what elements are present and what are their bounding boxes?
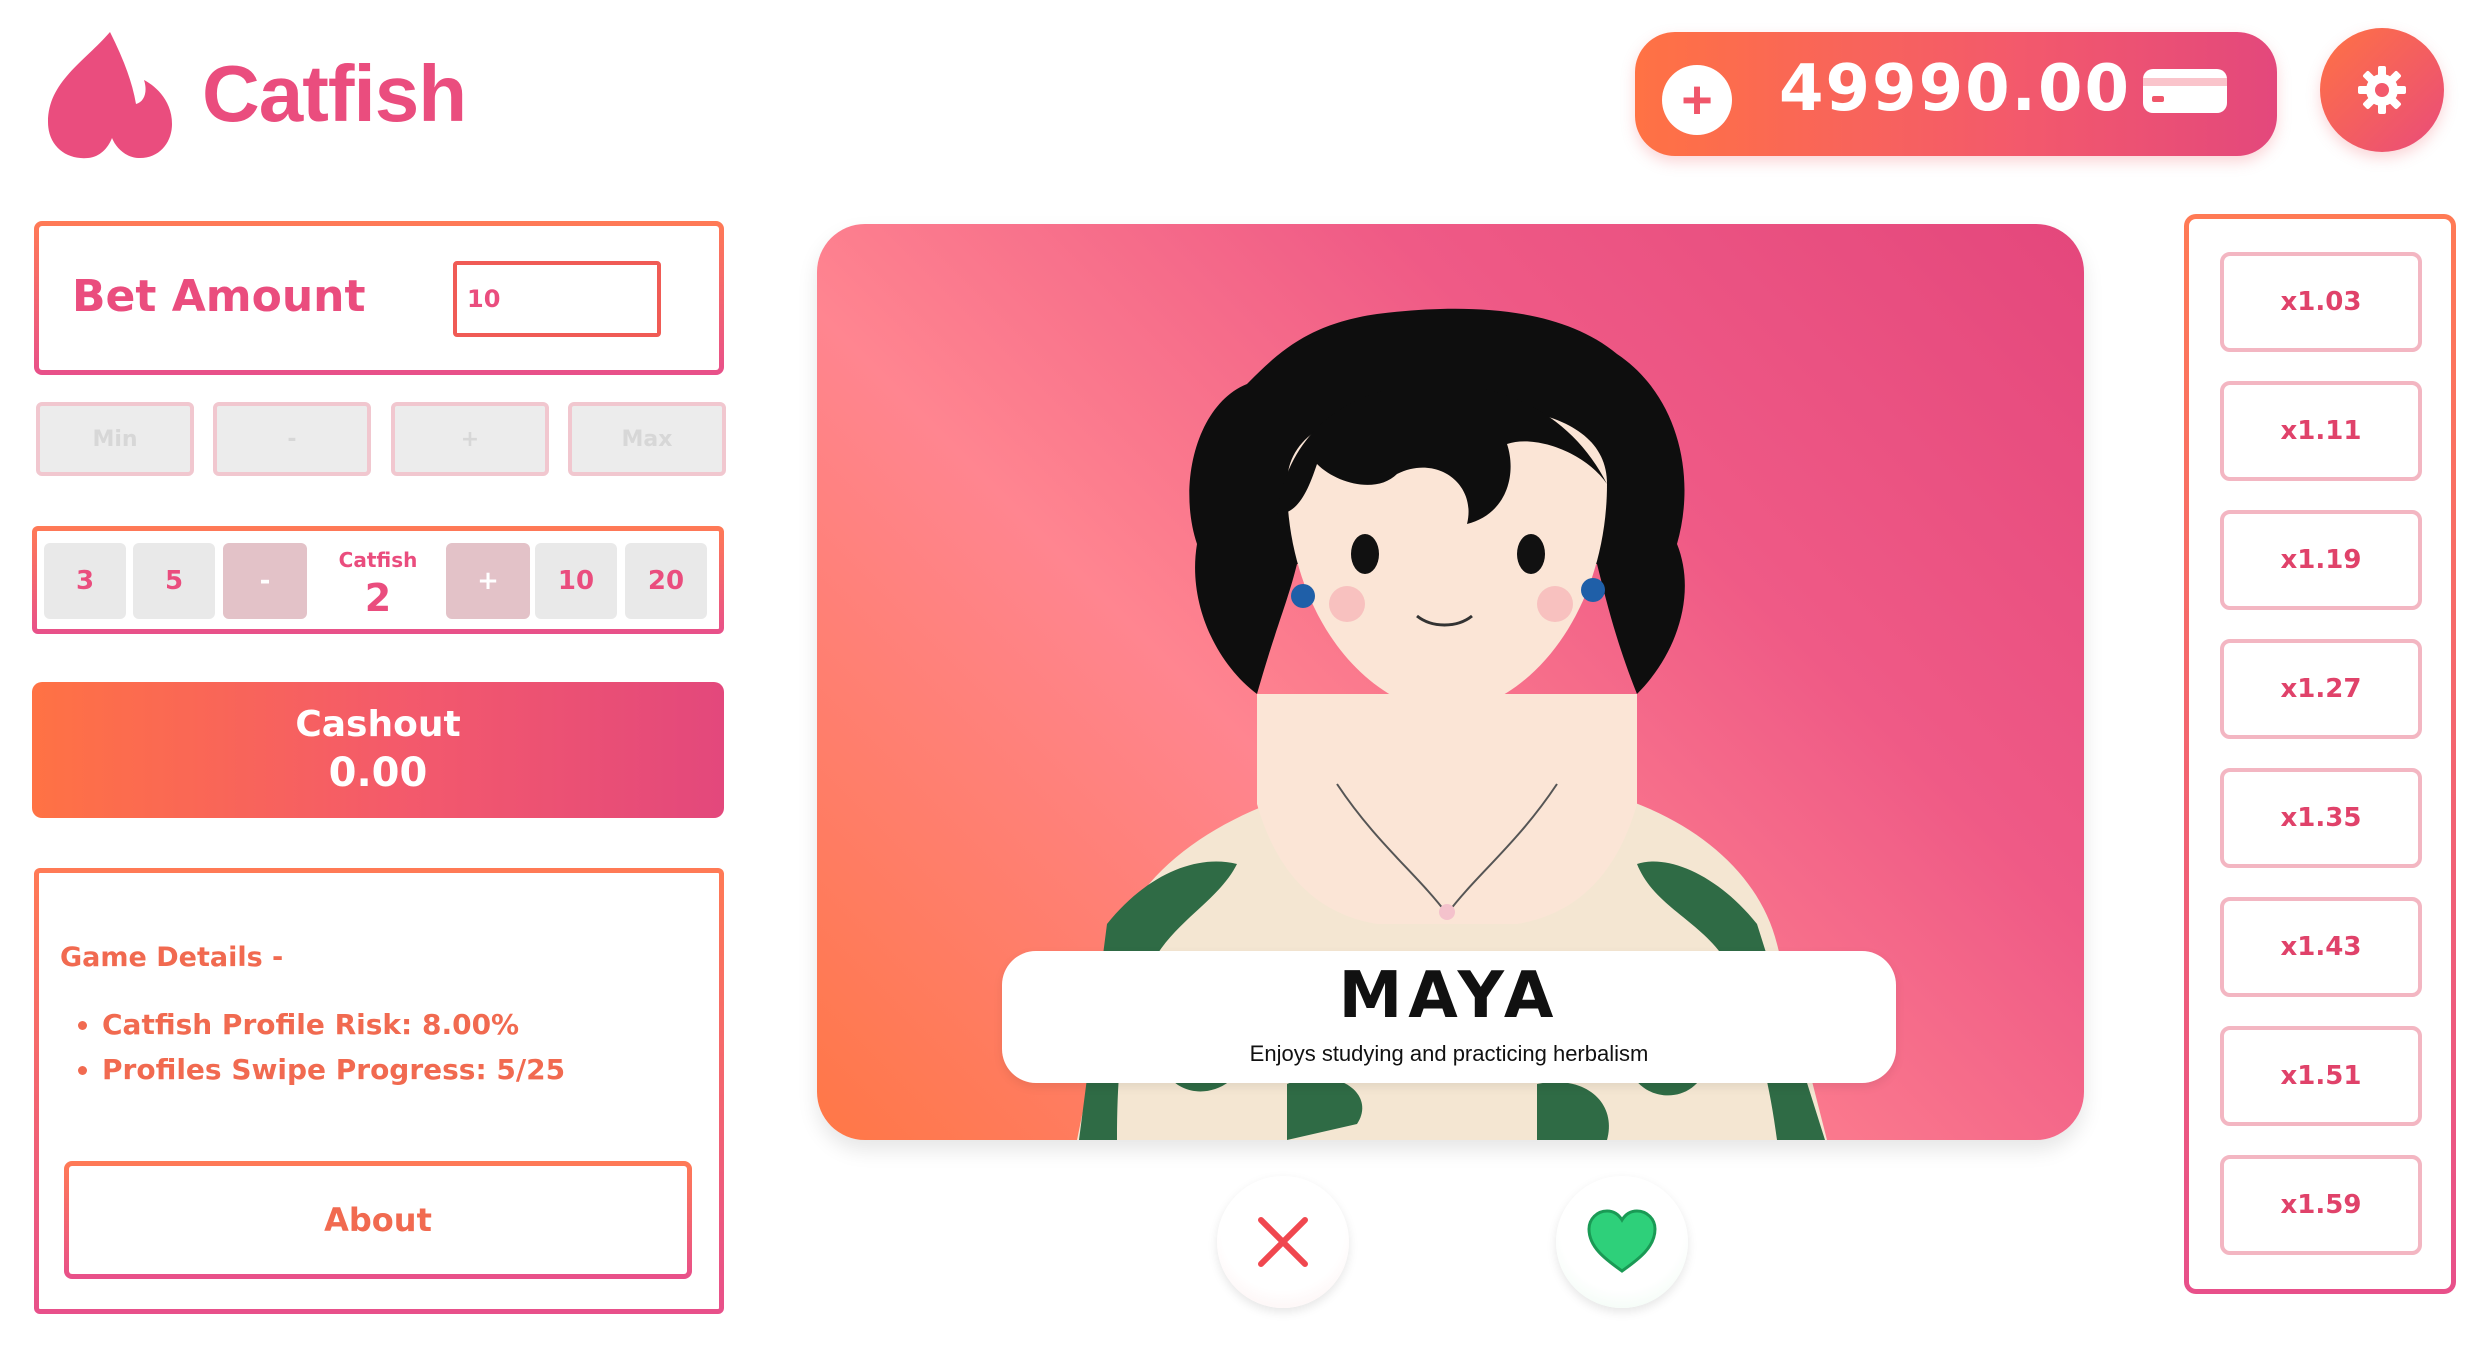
game-details-list: Catfish Profile Risk: 8.00% Profiles Swi…: [72, 1008, 632, 1098]
multiplier-item: x1.59: [2220, 1155, 2422, 1255]
catfish-option-10[interactable]: 10: [535, 543, 617, 619]
min-button[interactable]: Min: [36, 402, 194, 476]
multiplier-item: x1.51: [2220, 1026, 2422, 1126]
cashout-label: Cashout: [295, 704, 461, 745]
game-details-title: Game Details -: [60, 942, 284, 973]
catfish-value: 2: [364, 576, 392, 620]
app-title: Catfish: [202, 49, 467, 138]
bet-amount-label: Bet Amount: [72, 271, 366, 322]
catfish-decrease-button[interactable]: -: [223, 543, 307, 619]
catfish-option-5[interactable]: 5: [133, 543, 215, 619]
multiplier-item: x1.19: [2220, 510, 2422, 610]
settings-button[interactable]: [2320, 28, 2444, 152]
balance-value: 49990.00: [1778, 52, 2132, 126]
multiplier-item: x1.43: [2220, 897, 2422, 997]
like-button[interactable]: [1556, 1176, 1688, 1308]
wallet-icon[interactable]: [2140, 66, 2230, 116]
catfish-risk-item: Catfish Profile Risk: 8.00%: [102, 1008, 632, 1041]
swipe-progress-item: Profiles Swipe Progress: 5/25: [102, 1053, 632, 1086]
multiplier-item: x1.11: [2220, 381, 2422, 481]
max-button[interactable]: Max: [568, 402, 726, 476]
multiplier-item: x1.03: [2220, 252, 2422, 352]
heart-icon: [1587, 1209, 1657, 1273]
catfish-option-3[interactable]: 3: [44, 543, 126, 619]
close-icon: [1258, 1217, 1308, 1267]
increase-bet-button[interactable]: +: [391, 402, 549, 476]
catfish-increase-button[interactable]: +: [446, 543, 530, 619]
catfish-option-20[interactable]: 20: [625, 543, 707, 619]
profile-name: MAYA: [1338, 959, 1560, 1033]
catfish-label: Catfish: [338, 548, 418, 572]
profile-bio: Enjoys studying and practicing herbalism: [1249, 1041, 1649, 1066]
profile-name-box: MAYA Enjoys studying and practicing herb…: [1002, 951, 1896, 1083]
gear-icon: [2358, 66, 2406, 114]
cashout-value: 0.00: [328, 750, 428, 796]
multiplier-item: x1.27: [2220, 639, 2422, 739]
flame-logo-icon: [48, 32, 172, 159]
multiplier-ladder-panel: [2184, 214, 2456, 1294]
add-funds-button[interactable]: +: [1662, 65, 1732, 135]
cashout-button[interactable]: Cashout 0.00: [32, 682, 724, 818]
bet-amount-input[interactable]: [453, 261, 661, 337]
decrease-bet-button[interactable]: -: [213, 402, 371, 476]
about-button[interactable]: About: [64, 1161, 692, 1279]
multiplier-item: x1.35: [2220, 768, 2422, 868]
reject-button[interactable]: [1217, 1176, 1349, 1308]
